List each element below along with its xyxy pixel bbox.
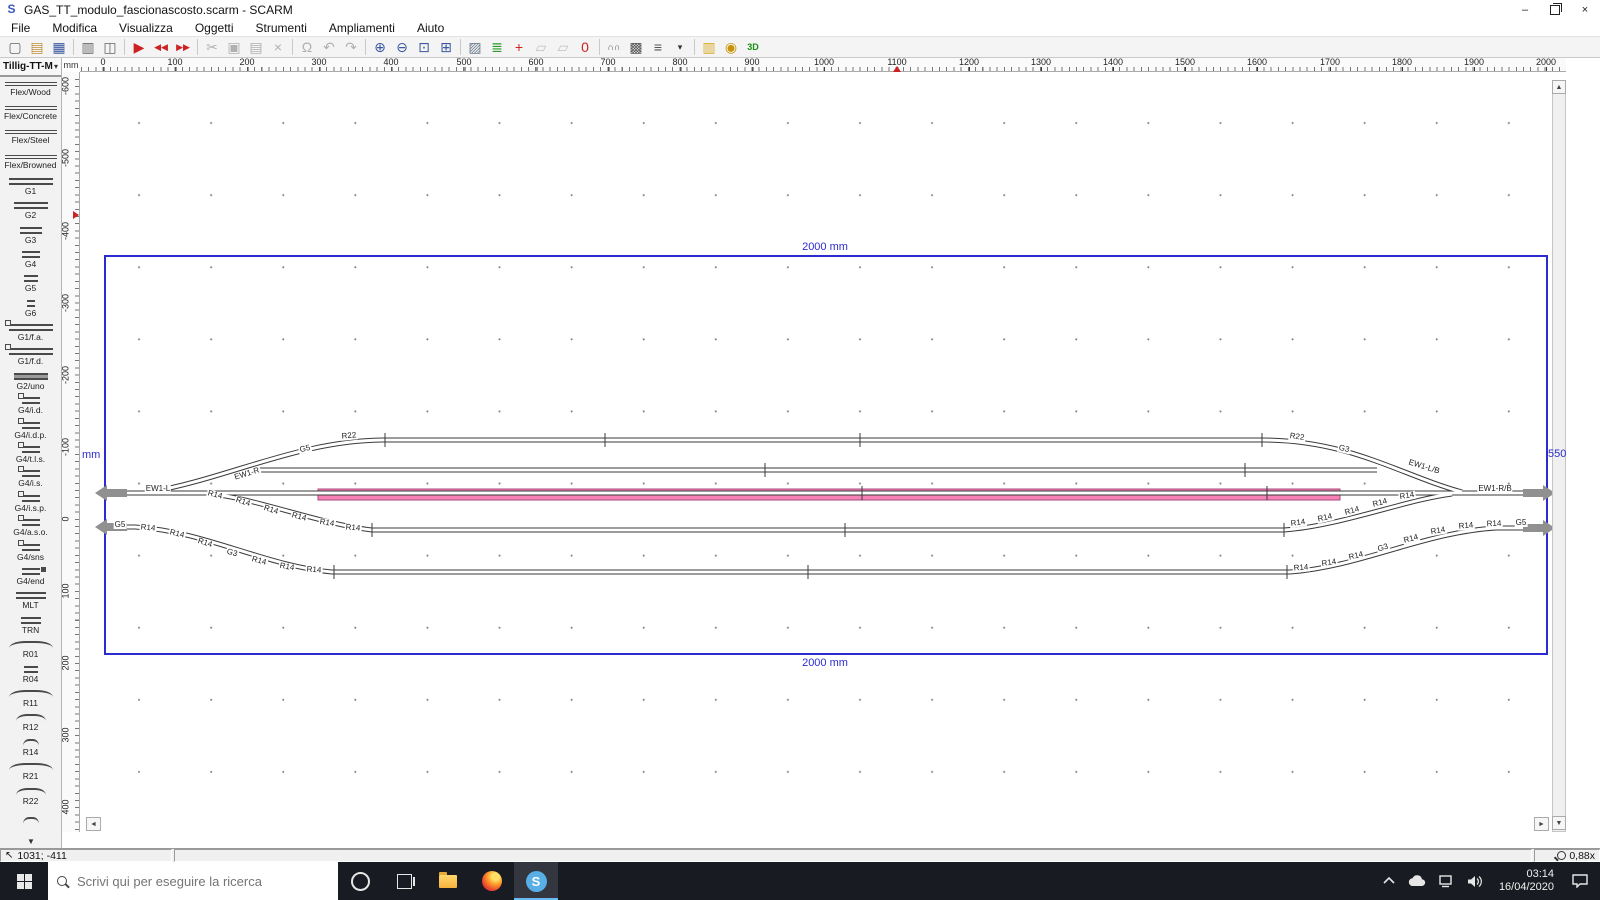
board-unit-label: mm	[82, 449, 101, 461]
taskbar-search[interactable]	[48, 862, 338, 900]
skype-button[interactable]: S	[514, 862, 558, 900]
firefox-icon	[482, 871, 502, 891]
scroll-left-button[interactable]: ◄	[86, 817, 101, 831]
track-rails-outer	[104, 437, 1546, 575]
track-plan[interactable]	[0, 0, 1600, 900]
time: 03:14	[1526, 868, 1554, 880]
onedrive-cloud-icon[interactable]	[1408, 875, 1426, 887]
clock[interactable]: 03:14 16/04/2020	[1493, 862, 1560, 900]
board-width-label-bottom: 2000 mm	[802, 657, 848, 669]
cursor-position-cell: ↖ 1031; -411	[0, 849, 172, 862]
track-rails-inner	[104, 438, 1546, 574]
skype-icon: S	[525, 870, 547, 892]
magnifier-icon	[1557, 851, 1567, 860]
action-center-button[interactable]	[1560, 862, 1600, 900]
windows-taskbar: S 03:14 16/04/2020	[0, 862, 1600, 900]
task-view-icon	[396, 873, 415, 889]
system-tray	[1373, 862, 1493, 900]
action-center-icon	[1572, 874, 1588, 888]
scroll-right-button[interactable]: ►	[1534, 817, 1549, 831]
search-input[interactable]	[75, 872, 299, 890]
scarm-window: S GAS_TT_modulo_fascionascosto.scarm - S…	[0, 0, 1600, 900]
rail-joint-ticks	[333, 433, 1288, 579]
status-message-cell	[174, 849, 1532, 862]
zoom-cell: 0,88x	[1534, 849, 1600, 862]
date: 16/04/2020	[1498, 881, 1554, 893]
folder-icon	[439, 871, 457, 888]
task-view-button[interactable]	[382, 862, 426, 900]
windows-logo-icon	[16, 873, 32, 889]
cortana-icon	[350, 871, 370, 891]
search-icon	[57, 876, 67, 886]
board-width-label-top: 2000 mm	[802, 241, 848, 253]
start-button[interactable]	[0, 862, 48, 900]
cortana-button[interactable]	[338, 862, 382, 900]
status-bar: ↖ 1031; -411 0,88x	[0, 848, 1600, 863]
file-explorer-button[interactable]	[426, 862, 470, 900]
board-height-label: 550	[1548, 448, 1567, 460]
firefox-button[interactable]	[470, 862, 514, 900]
zoom-level: 0,88x	[1569, 849, 1595, 862]
scroll-up-button[interactable]: ▲	[1552, 80, 1566, 94]
tray-expand-icon[interactable]	[1383, 877, 1395, 885]
network-icon[interactable]	[1439, 874, 1454, 888]
cursor-position: 1031; -411	[17, 849, 67, 862]
scroll-down-button[interactable]: ▼	[1552, 816, 1566, 830]
cursor-icon: ↖	[5, 850, 14, 861]
volume-icon[interactable]	[1467, 875, 1483, 888]
